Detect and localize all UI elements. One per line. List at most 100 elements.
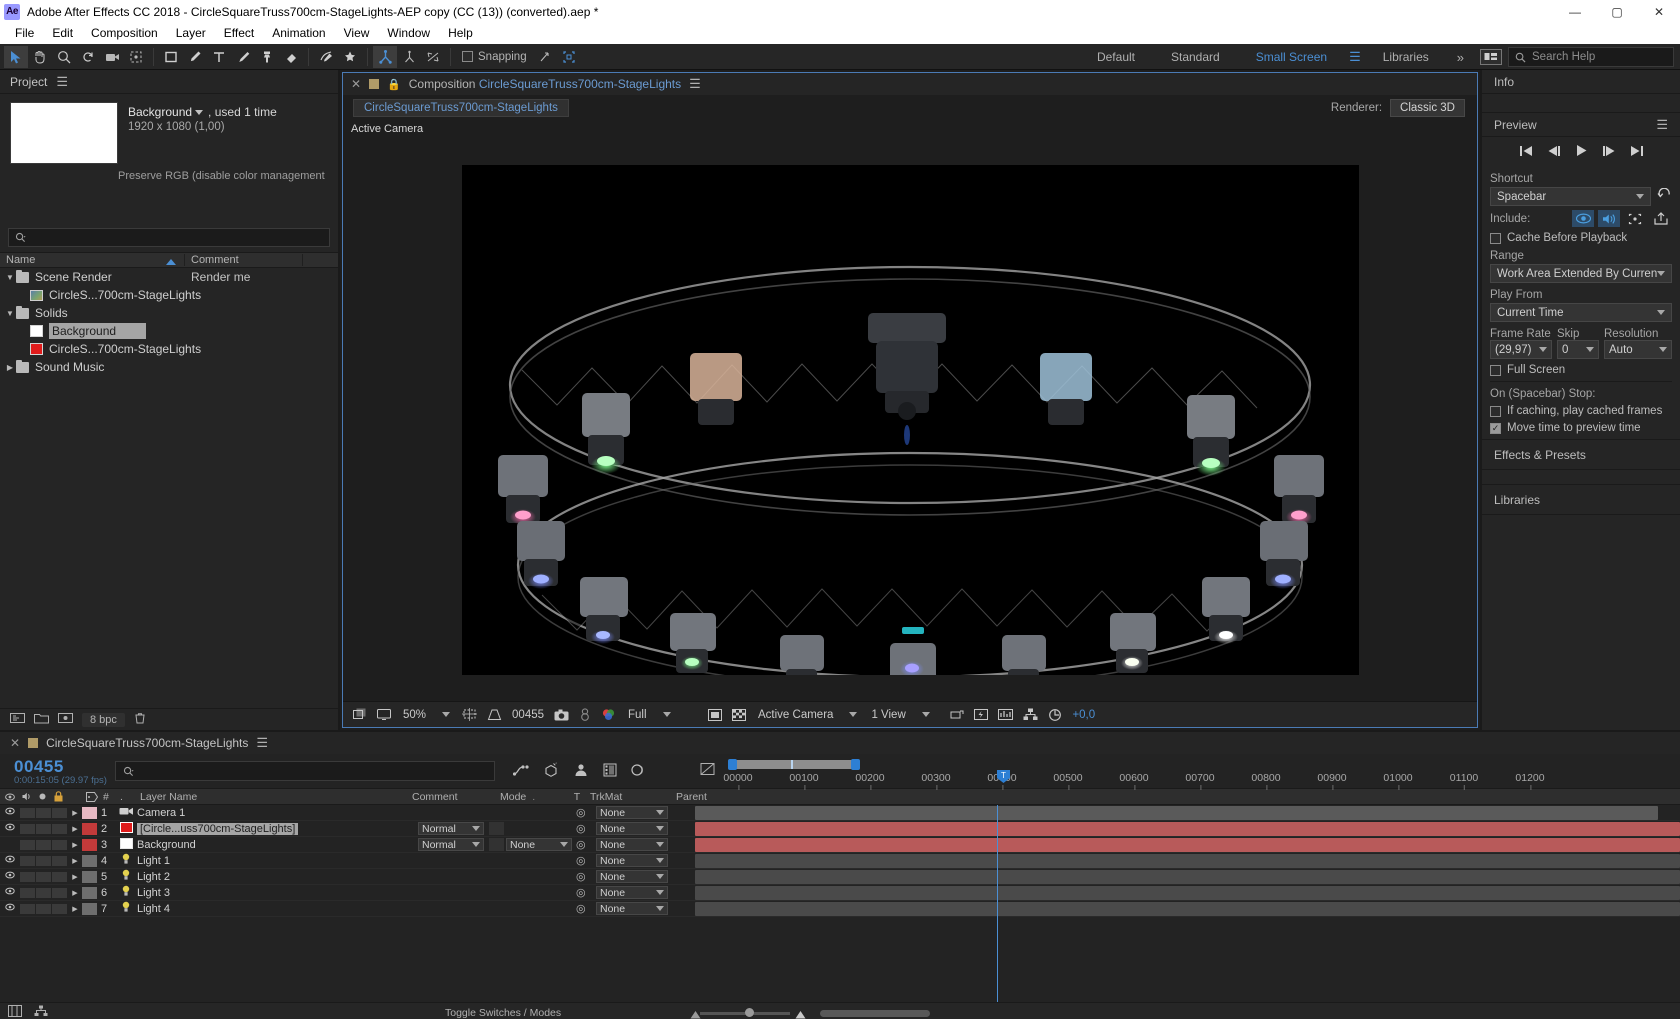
chevron-down-icon[interactable] [1657, 310, 1665, 315]
timecode-display[interactable]: 00455 [508, 709, 548, 721]
project-col-name[interactable]: Name [0, 254, 185, 266]
chevron-down-icon[interactable] [1657, 271, 1665, 276]
timeline-panel-menu-icon[interactable]: ☰ [256, 735, 268, 751]
project-row-background[interactable]: Background [0, 322, 338, 340]
chevron-down-icon[interactable] [656, 890, 664, 895]
parent-pickwhip-icon[interactable]: ◎ [576, 838, 586, 851]
parent-pickwhip-icon[interactable]: ◎ [576, 886, 586, 899]
chevron-down-icon[interactable] [195, 110, 204, 115]
grid-guides-icon[interactable] [458, 705, 481, 725]
menu-view[interactable]: View [335, 23, 379, 44]
audio-cell[interactable] [20, 807, 35, 818]
lock-cell[interactable] [52, 839, 67, 850]
disclosure-triangle-icon[interactable]: ▶ [68, 857, 82, 865]
range-select[interactable]: Work Area Extended By Current... [1490, 264, 1672, 283]
parent-pickwhip-icon[interactable]: ◎ [576, 806, 586, 819]
chevron-down-icon[interactable] [656, 826, 664, 831]
parent-pickwhip-icon[interactable]: ◎ [576, 870, 586, 883]
composition-mini-flowchart-icon[interactable] [34, 1005, 48, 1019]
chevron-down-icon[interactable] [656, 874, 664, 879]
checkbox-icon[interactable] [1490, 364, 1501, 376]
chevron-down-icon[interactable] [442, 712, 451, 717]
chevron-down-icon[interactable] [921, 712, 930, 717]
layer-duration-bar[interactable] [695, 870, 1680, 884]
lock-cell[interactable] [52, 823, 67, 834]
layer-name[interactable]: Light 1 [137, 855, 170, 867]
shape-tool-icon[interactable] [159, 46, 183, 68]
zoom-level-select[interactable]: 50% [397, 706, 456, 724]
play-from-select[interactable]: Current Time [1490, 303, 1672, 322]
layer-duration-bar[interactable] [695, 838, 1680, 852]
menu-effect[interactable]: Effect [215, 23, 263, 44]
reset-exposure-icon[interactable] [1044, 705, 1066, 725]
project-panel-menu-icon[interactable]: ☰ [56, 74, 68, 90]
composition-viewport[interactable] [343, 138, 1477, 701]
parent-select[interactable]: None [596, 822, 668, 835]
audio-cell[interactable] [20, 823, 35, 834]
lock-icon[interactable]: 🔒 [387, 78, 401, 91]
label-color-chip[interactable] [82, 886, 97, 899]
chevron-down-icon[interactable] [849, 712, 858, 717]
label-color-chip[interactable] [82, 870, 97, 883]
workspace-standard[interactable]: Standard [1153, 44, 1238, 70]
menu-file[interactable]: File [6, 23, 43, 44]
lock-cell[interactable] [52, 887, 67, 898]
layer-track-area[interactable] [692, 805, 1680, 820]
parent-select[interactable]: None [596, 854, 668, 867]
reset-shortcut-icon[interactable] [1657, 187, 1672, 205]
timeline-ruler[interactable]: 00000 00100 00200 00300 00400 00500 0060… [692, 754, 1680, 790]
solo-cell[interactable] [36, 823, 51, 834]
layer-name[interactable]: Light 3 [137, 887, 170, 899]
cache-before-playback-checkbox[interactable]: Cache Before Playback [1490, 232, 1672, 244]
video-toggle-icon[interactable] [0, 855, 20, 866]
chevron-down-icon[interactable] [1659, 347, 1667, 352]
first-frame-button[interactable] [1519, 145, 1533, 160]
full-screen-checkbox[interactable]: Full Screen [1490, 364, 1672, 376]
bounding-box-icon[interactable] [557, 46, 581, 68]
layer-name[interactable]: Camera 1 [137, 807, 185, 819]
disclosure-triangle-icon[interactable]: ▶ [68, 825, 82, 833]
workspace-small-screen[interactable]: Small Screen [1238, 44, 1345, 70]
layer-track-area[interactable] [692, 837, 1680, 852]
video-toggle-icon[interactable] [0, 823, 20, 834]
disclosure-triangle-icon[interactable]: ▼ [4, 309, 16, 318]
snapping-checkbox-icon[interactable] [462, 51, 473, 62]
info-panel-header[interactable]: Info [1482, 70, 1680, 94]
video-toggle-icon[interactable] [0, 807, 20, 818]
close-tab-icon[interactable]: ✕ [10, 736, 20, 750]
toggle-switches-modes-icon[interactable] [8, 1005, 22, 1019]
close-tab-icon[interactable]: ✕ [351, 77, 361, 91]
interpret-footage-icon[interactable] [10, 712, 25, 727]
chevron-down-icon[interactable] [656, 810, 664, 815]
motion-blur-icon[interactable] [631, 763, 645, 780]
include-audio-icon[interactable] [1598, 210, 1620, 227]
layer-name[interactable]: Light 2 [137, 871, 170, 883]
menu-edit[interactable]: Edit [43, 23, 82, 44]
chevron-down-icon[interactable] [1586, 347, 1594, 352]
video-toggle-icon[interactable] [0, 903, 20, 914]
sync-settings-icon[interactable] [1480, 49, 1502, 65]
project-col-comment[interactable]: Comment [185, 254, 303, 266]
label-color-chip[interactable] [82, 902, 97, 915]
timeline-tab-name[interactable]: CircleSquareTruss700cm-StageLights [46, 736, 248, 750]
workspace-menu-icon[interactable]: ☰ [1345, 49, 1365, 65]
layer-duration-bar[interactable] [695, 806, 1658, 820]
zoom-out-icon[interactable] [690, 1008, 701, 1019]
checkbox-checked-icon[interactable] [1490, 422, 1501, 434]
solo-cell[interactable] [36, 903, 51, 914]
selection-tool-icon[interactable] [4, 45, 28, 68]
play-button[interactable] [1575, 144, 1588, 160]
parent-select[interactable]: None [596, 838, 668, 851]
close-button[interactable]: ✕ [1638, 0, 1680, 23]
chevron-down-icon[interactable] [560, 842, 568, 847]
preserve-transparency-cell[interactable] [489, 822, 504, 835]
snapping-toggle[interactable]: Snapping [456, 51, 533, 63]
mode-header[interactable]: Mode. [500, 788, 568, 805]
lock-cell[interactable] [52, 871, 67, 882]
roto-brush-tool-icon[interactable] [314, 46, 338, 68]
table-row[interactable]: ▶ 5 Light 2 ◎ None [0, 869, 1680, 885]
table-row[interactable]: ▶ 7 Light 4 ◎ None [0, 901, 1680, 917]
preview-panel-header[interactable]: Preview ☰ [1482, 113, 1680, 137]
chevron-down-icon[interactable] [1539, 347, 1547, 352]
menu-window[interactable]: Window [378, 23, 439, 44]
